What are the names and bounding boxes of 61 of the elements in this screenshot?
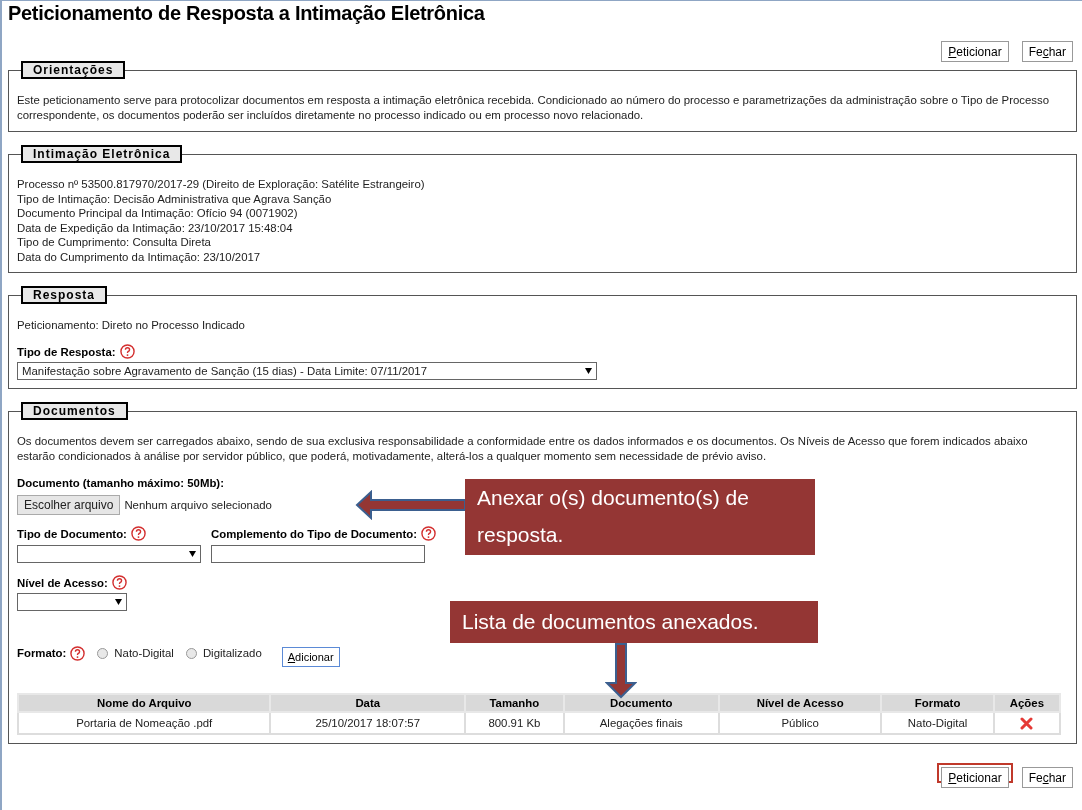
section-legend: Resposta [21,286,108,304]
delete-icon[interactable] [1020,716,1034,730]
dropdown-caret-icon [115,599,122,605]
help-icon[interactable] [70,645,86,661]
help-icon[interactable] [111,575,127,590]
fechar-button[interactable]: Fechar [1021,767,1073,788]
choose-file-button[interactable]: Escolher arquivo [17,495,121,515]
response-type-select[interactable]: Manifestação sobre Agravamento de Sanção (15 dias) - Data Limite: 07/11/2017 [17,362,597,380]
radio-label: Digitalizado [202,647,262,659]
column-header: Documento [563,694,719,712]
peticionar-button[interactable]: Peticionar [941,41,1009,62]
dropdown-caret-icon [585,368,592,374]
field-label: Nível de Acesso: [17,576,108,589]
document-type-select[interactable] [17,545,201,563]
table-cell: Público [718,712,882,734]
radio-label: Nato-Digital [114,647,174,659]
left-arrow-icon [355,490,465,520]
table-cell: 800.91 Kb [465,712,564,734]
intimation-detail: Processo nº 53500.817970/2017-29 (Direito de Exploração: Satélite Estrangeiro) [17,177,426,192]
column-header: Ações [993,694,1060,712]
table-cell: Portaria de Nomeação .pdf [18,712,271,734]
column-header: Nome do Arquivo [18,694,271,712]
intimation-detail: Data do Cumprimento da Intimação: 23/10/2017 [17,249,262,264]
column-header: Data [270,694,466,712]
help-icon[interactable] [421,526,437,541]
petition-type-text: Peticionamento: Direto no Processo Indicado [17,318,246,333]
documents-instructions: Os documentos devem ser carregados abaixo, sendo de sua exclusiva responsabilidade a conformidade entre os dados informados e os documentos. Os Níveis de Acesso que forem indicados abaixo estarão condicionados à análise por servidor público, que poderá, motivadamente, alterá-los a qualquer momento sem necessidade de prévio aviso. [17,434,1029,464]
peticionar-button[interactable]: Peticionar [941,767,1009,788]
access-level-select[interactable] [17,593,127,611]
field-label: Documento (tamanho máximo: 50Mb): [17,477,224,489]
table-cell: Alegações finais [563,712,719,734]
file-status: Nenhum arquivo selecionado [124,499,272,511]
fechar-button[interactable]: Fechar [1021,41,1073,62]
field-label: Tipo de Resposta: [17,345,116,358]
column-header: Nível de Acesso [718,694,882,712]
instructions-text: Este peticionamento serve para protocolizar documentos em resposta a intimação eletrônica recebida. Condicionado ao número do processo e parametrizações da administração sobre o Tipo de Processo correspondente, os documentos poderão ser incluídos diretamente no processo indicado ou em processo novo relacionado. [17,93,1051,123]
field-label: Formato: [17,647,67,659]
dropdown-caret-icon [189,551,196,557]
radio-button[interactable] [185,647,197,659]
complement-input[interactable] [211,545,425,563]
add-button[interactable]: Adicionar [281,647,340,667]
down-arrow-icon [605,643,637,699]
table-cell: Nato-Digital [881,712,994,734]
annotation-callout: Anexar o(s) documento(s) de resposta. [465,479,815,555]
intimation-detail: Tipo de Intimação: Decisão Administrativa que Agrava Sanção [17,191,333,206]
field-label: Complemento do Tipo de Documento: [211,527,418,540]
annotation-callout: Lista de documentos anexados. [450,601,818,643]
table-cell: 25/10/2017 18:07:57 [270,712,466,734]
intimation-detail: Data de Expedição da Intimação: 23/10/2017 15:48:04 [17,220,294,235]
section-legend: Intimação Eletrônica [21,145,183,163]
column-header: Tamanho [465,694,564,712]
intimation-detail: Documento Principal da Intimação: Ofício 94 (0071902) [17,206,299,221]
page-title: Peticionamento de Resposta a Intimação Eletrônica [8,1,486,25]
field-label: Tipo de Documento: [17,527,127,540]
column-header: Formato [881,694,994,712]
help-icon[interactable] [130,526,146,541]
radio-button[interactable] [97,647,109,659]
help-icon[interactable] [119,344,135,359]
section-legend: Orientações [21,61,126,79]
section-legend: Documentos [21,402,128,420]
intimation-detail: Tipo de Cumprimento: Consulta Direta [17,235,212,250]
